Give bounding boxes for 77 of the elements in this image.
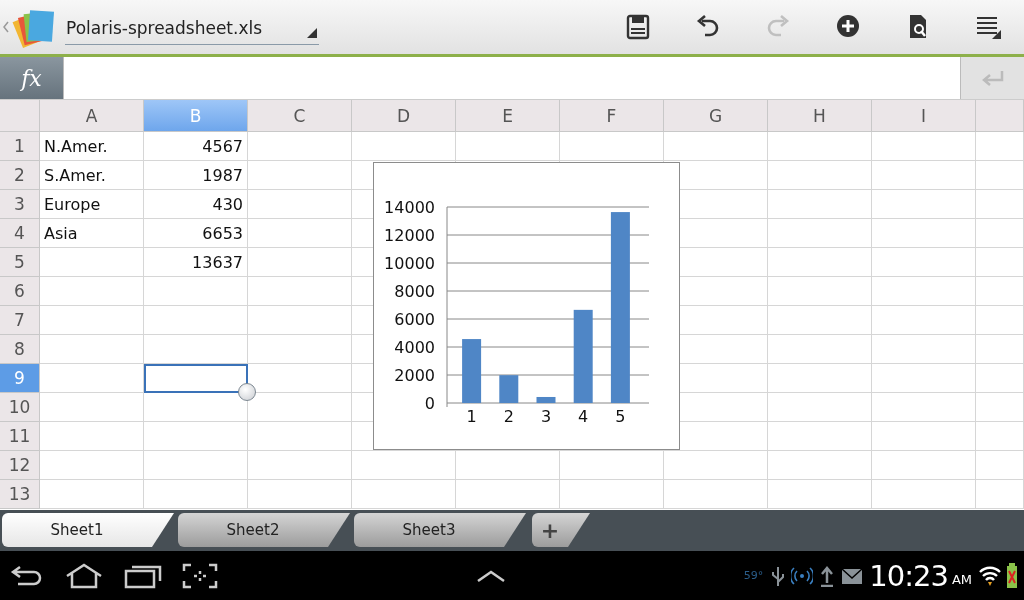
x-tick-label: 1 xyxy=(466,407,477,426)
y-tick-label: 4000 xyxy=(394,338,435,357)
table-cell xyxy=(976,132,1024,161)
wifi-icon xyxy=(978,564,1002,587)
clock-ampm: AM xyxy=(951,572,972,587)
enter-arrow-icon xyxy=(980,69,1005,87)
y-tick-label: 10000 xyxy=(384,254,435,273)
table-cell xyxy=(976,190,1024,219)
row-header[interactable]: 1 xyxy=(0,132,40,161)
y-tick-label: 14000 xyxy=(384,198,435,217)
sheet-tab[interactable]: Sheet3 xyxy=(354,513,526,547)
table-cell xyxy=(976,277,1024,306)
table-cell xyxy=(976,306,1024,335)
table-cell: S.Amer. xyxy=(40,161,144,190)
column-header[interactable]: E xyxy=(456,100,560,132)
y-tick-label: 6000 xyxy=(394,310,435,329)
table-cell: 13637 xyxy=(144,248,248,277)
table-cell: 430 xyxy=(144,190,248,219)
up-caret-icon[interactable] xyxy=(475,568,506,583)
selected-cell[interactable] xyxy=(144,364,248,393)
x-tick-label: 2 xyxy=(503,407,514,426)
column-header[interactable]: C xyxy=(248,100,352,132)
table-cell: 1987 xyxy=(144,161,248,190)
table-cell: Asia xyxy=(40,219,144,248)
table-cell xyxy=(976,480,1024,509)
table-cell xyxy=(976,248,1024,277)
row-header[interactable]: 8 xyxy=(0,335,40,364)
battery-icon xyxy=(1006,562,1018,589)
y-tick-label: 12000 xyxy=(384,226,435,245)
column-header[interactable]: A xyxy=(40,100,144,132)
table-cell xyxy=(976,219,1024,248)
sheet-tab[interactable]: Sheet1 xyxy=(2,513,174,547)
upload-icon xyxy=(819,564,836,587)
x-tick-label: 3 xyxy=(540,407,552,426)
column-header[interactable]: I xyxy=(872,100,976,132)
home-icon[interactable] xyxy=(64,562,104,589)
column-header[interactable]: F xyxy=(560,100,664,132)
y-tick-label: 0 xyxy=(424,394,435,413)
row-header[interactable]: 11 xyxy=(0,422,40,451)
row-header[interactable]: 13 xyxy=(0,480,40,509)
table-cell xyxy=(976,364,1024,393)
screen-capture-icon[interactable] xyxy=(182,562,218,589)
clock-time: 10:23 xyxy=(869,558,948,593)
table-cell: 4567 xyxy=(144,132,248,161)
table-cell xyxy=(976,451,1024,480)
temperature-text: 59° xyxy=(743,569,764,582)
dropdown-caret-icon xyxy=(307,28,317,38)
table-cell xyxy=(976,161,1024,190)
table-cell: N.Amer. xyxy=(40,132,144,161)
column-header[interactable]: H xyxy=(768,100,872,132)
x-tick-label: 4 xyxy=(578,407,589,426)
usb-icon xyxy=(771,564,786,587)
row-header[interactable]: 3 xyxy=(0,190,40,219)
table-cell xyxy=(976,335,1024,364)
function-label: fx xyxy=(0,57,63,99)
add-sheet-button[interactable]: + xyxy=(532,513,590,547)
mail-icon xyxy=(841,566,864,585)
table-cell xyxy=(976,393,1024,422)
row-header[interactable]: 2 xyxy=(0,161,40,190)
table-cell: 6653 xyxy=(144,219,248,248)
hotspot-icon xyxy=(791,565,814,586)
table-cell: Europe xyxy=(40,190,144,219)
row-header[interactable]: 7 xyxy=(0,306,40,335)
table-cell xyxy=(976,422,1024,451)
row-header[interactable]: 12 xyxy=(0,451,40,480)
selection-handle[interactable] xyxy=(238,383,256,401)
row-header[interactable]: 10 xyxy=(0,393,40,422)
row-header[interactable]: 6 xyxy=(0,277,40,306)
y-tick-label: 8000 xyxy=(394,282,435,301)
x-tick-label: 5 xyxy=(615,407,626,426)
y-tick-label: 2000 xyxy=(394,366,435,385)
column-header[interactable]: G xyxy=(664,100,768,132)
column-header[interactable]: D xyxy=(352,100,456,132)
sheet-tab[interactable]: Sheet2 xyxy=(178,513,350,547)
row-header[interactable]: 4 xyxy=(0,219,40,248)
file-name-dropdown[interactable]: Polaris-spreadsheet.xls xyxy=(65,9,319,45)
row-header[interactable]: 5 xyxy=(0,248,40,277)
